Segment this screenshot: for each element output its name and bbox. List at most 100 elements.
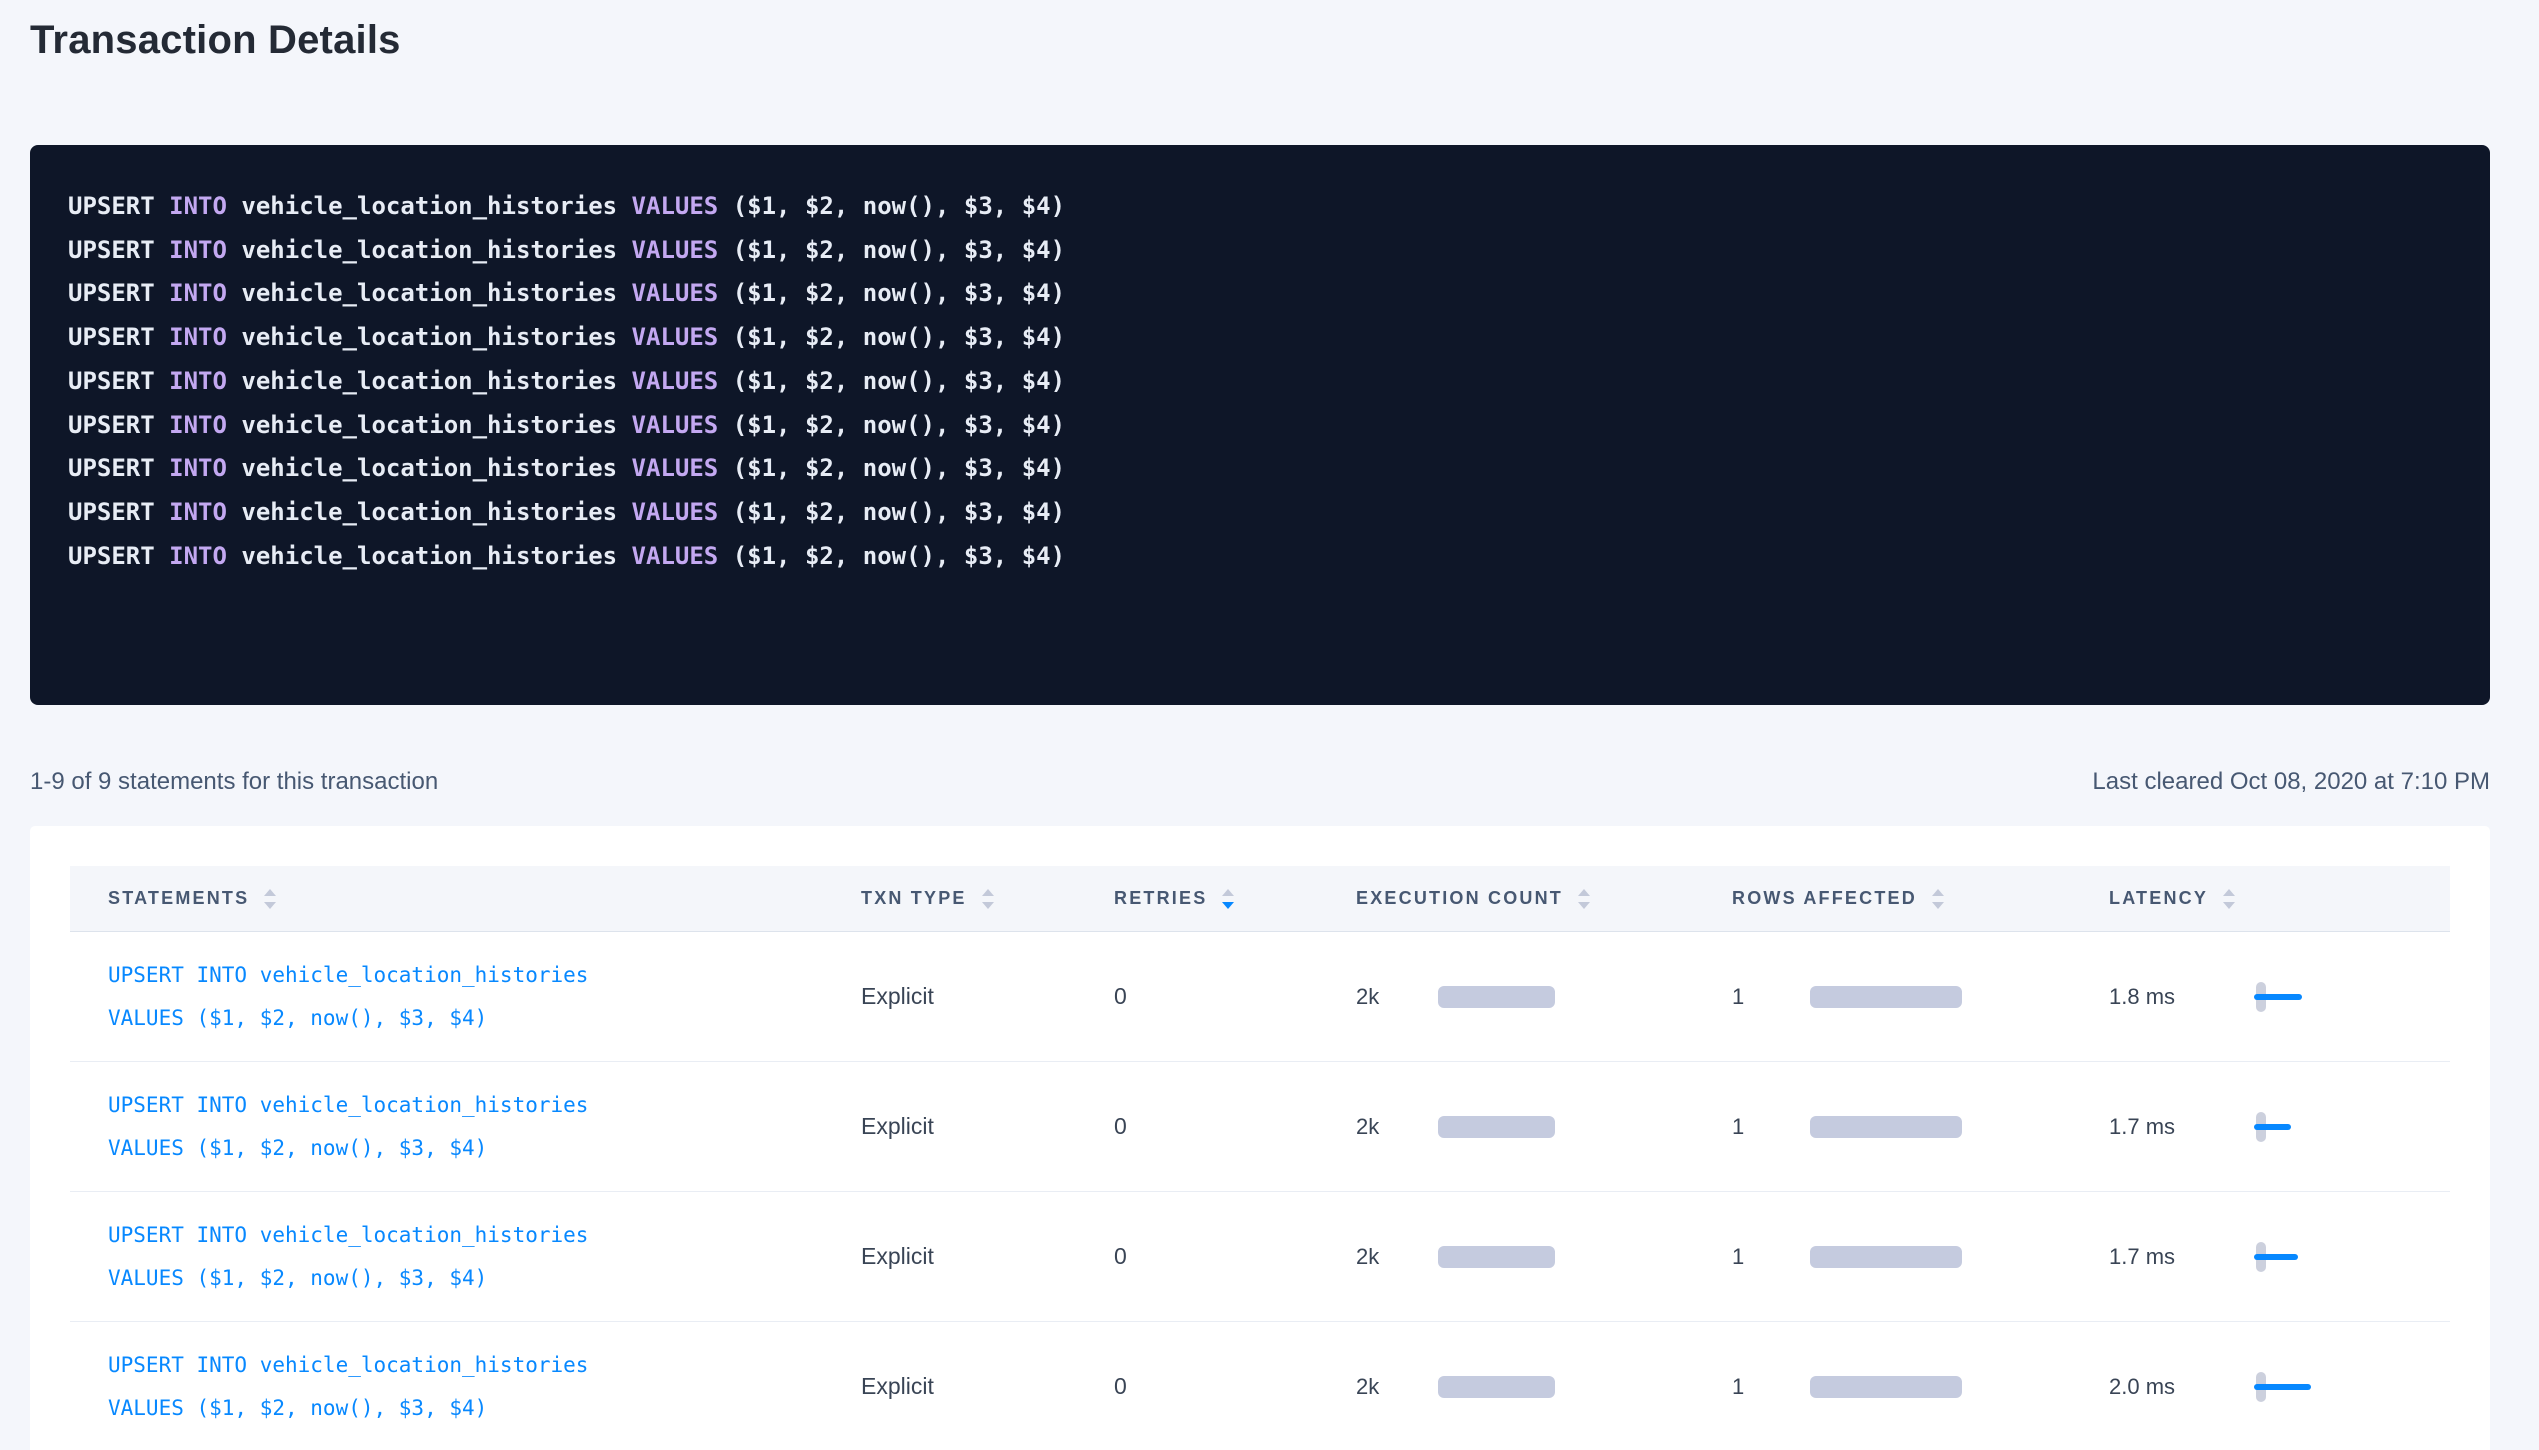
rows-affected-value: 1: [1732, 984, 1810, 1010]
last-cleared-label: Last cleared Oct 08, 2020 at 7:10 PM: [2092, 767, 2490, 797]
retries-value: 0: [1114, 983, 1127, 1009]
latency-cell: 1.7 ms: [2109, 1242, 2450, 1272]
statement-link[interactable]: UPSERT INTO vehicle_location_historiesVA…: [108, 1214, 861, 1300]
sql-text: ($1, $2, now(), $3, $4): [733, 192, 1065, 220]
sql-statement-line: UPSERT INTO vehicle_location_histories V…: [68, 272, 2452, 316]
retries-cell: 0: [1114, 983, 1356, 1010]
sort-asc-arrow-icon: [1578, 889, 1590, 896]
sql-keyword: VALUES: [632, 411, 733, 439]
statement-link[interactable]: UPSERT INTO vehicle_location_historiesVA…: [108, 1344, 861, 1430]
execution-count-cell: 2k: [1356, 1374, 1732, 1400]
txn-type-value: Explicit: [861, 1373, 934, 1399]
execution-count-bar: [1438, 1246, 1555, 1268]
sort-icon[interactable]: [1932, 889, 1944, 909]
sort-icon[interactable]: [264, 889, 276, 909]
sql-statement-line: UPSERT INTO vehicle_location_histories V…: [68, 360, 2452, 404]
sql-keyword: VALUES: [632, 192, 733, 220]
column-header-label: RETRIES: [1114, 888, 1207, 909]
sort-desc-arrow-icon: [982, 902, 994, 909]
statement-line-1: UPSERT INTO vehicle_location_histories: [108, 1214, 861, 1257]
latency-value: 2.0 ms: [2109, 1374, 2256, 1400]
latency-chart: [2256, 1112, 2326, 1142]
latency-bar: [2254, 1124, 2291, 1130]
sort-icon[interactable]: [2223, 889, 2235, 909]
execution-count-bar: [1438, 1116, 1555, 1138]
statement-cell: UPSERT INTO vehicle_location_historiesVA…: [70, 954, 861, 1040]
sql-statement-line: UPSERT INTO vehicle_location_histories V…: [68, 229, 2452, 273]
sort-asc-arrow-icon: [1932, 889, 1944, 896]
rows-affected-cell: 1: [1732, 984, 2109, 1010]
column-header-txn-type[interactable]: TXN TYPE: [861, 888, 1114, 909]
statement-line-1: UPSERT INTO vehicle_location_histories: [108, 1344, 861, 1387]
table-header-row: STATEMENTSTXN TYPERETRIES EXECUTION COUNT…: [70, 866, 2450, 932]
rows-affected-cell: 1: [1732, 1114, 2109, 1140]
sql-text: ($1, $2, now(), $3, $4): [733, 236, 1065, 264]
sql-text: ($1, $2, now(), $3, $4): [733, 411, 1065, 439]
sql-text: ($1, $2, now(), $3, $4): [733, 279, 1065, 307]
latency-chart: [2256, 1372, 2326, 1402]
sql-text: vehicle_location_histories: [241, 411, 631, 439]
sort-asc-arrow-icon: [2223, 889, 2235, 896]
sort-desc-arrow-icon: [2223, 902, 2235, 909]
rows-affected-bar: [1810, 986, 1962, 1008]
sql-keyword: VALUES: [632, 236, 733, 264]
sql-text: UPSERT: [68, 192, 169, 220]
sql-statements-box: UPSERT INTO vehicle_location_histories V…: [30, 145, 2490, 705]
statement-link[interactable]: UPSERT INTO vehicle_location_historiesVA…: [108, 954, 861, 1040]
sort-icon[interactable]: [982, 889, 994, 909]
latency-cell: 1.8 ms: [2109, 982, 2450, 1012]
sql-text: ($1, $2, now(), $3, $4): [733, 498, 1065, 526]
sql-keyword: VALUES: [632, 542, 733, 570]
sql-statement-line: UPSERT INTO vehicle_location_histories V…: [68, 535, 2452, 579]
table-row: UPSERT INTO vehicle_location_historiesVA…: [70, 1322, 2450, 1450]
sql-keyword: VALUES: [632, 279, 733, 307]
sql-keyword: VALUES: [632, 367, 733, 395]
sql-text: UPSERT: [68, 279, 169, 307]
sql-text: UPSERT: [68, 542, 169, 570]
column-header-rows-affected[interactable]: ROWS AFFECTED: [1732, 888, 2109, 909]
txn-type-value: Explicit: [861, 1113, 934, 1139]
column-header-latency[interactable]: LATENCY: [2109, 888, 2450, 909]
column-header-retries[interactable]: RETRIES: [1114, 888, 1356, 909]
sql-keyword: INTO: [169, 279, 241, 307]
sort-asc-arrow-icon: [982, 889, 994, 896]
sql-statement-line: UPSERT INTO vehicle_location_histories V…: [68, 404, 2452, 448]
latency-cell: 2.0 ms: [2109, 1372, 2450, 1402]
statement-cell: UPSERT INTO vehicle_location_historiesVA…: [70, 1214, 861, 1300]
txn-type-cell: Explicit: [861, 983, 1114, 1010]
sort-icon[interactable]: [1578, 889, 1590, 909]
sql-text: vehicle_location_histories: [241, 498, 631, 526]
retries-cell: 0: [1114, 1113, 1356, 1140]
sql-text: vehicle_location_histories: [241, 367, 631, 395]
sql-text: ($1, $2, now(), $3, $4): [733, 542, 1065, 570]
latency-chart: [2256, 982, 2326, 1012]
txn-type-cell: Explicit: [861, 1113, 1114, 1140]
latency-chart: [2256, 1242, 2326, 1272]
sql-keyword: VALUES: [632, 454, 733, 482]
sql-keyword: INTO: [169, 542, 241, 570]
statement-line-2: VALUES ($1, $2, now(), $3, $4): [108, 1127, 861, 1170]
rows-affected-cell: 1: [1732, 1374, 2109, 1400]
retries-cell: 0: [1114, 1373, 1356, 1400]
page-title: Transaction Details: [30, 0, 2490, 66]
sql-keyword: INTO: [169, 411, 241, 439]
table-row: UPSERT INTO vehicle_location_historiesVA…: [70, 932, 2450, 1062]
sort-icon[interactable]: [1222, 889, 1234, 909]
sql-text: UPSERT: [68, 323, 169, 351]
sql-text: ($1, $2, now(), $3, $4): [733, 323, 1065, 351]
rows-affected-bar: [1810, 1116, 1962, 1138]
rows-affected-bar: [1810, 1376, 1962, 1398]
sql-keyword: INTO: [169, 367, 241, 395]
sql-statement-line: UPSERT INTO vehicle_location_histories V…: [68, 316, 2452, 360]
column-header-execution-count[interactable]: EXECUTION COUNT: [1356, 888, 1732, 909]
column-header-statements[interactable]: STATEMENTS: [70, 888, 861, 909]
statement-line-2: VALUES ($1, $2, now(), $3, $4): [108, 997, 861, 1040]
sql-keyword: INTO: [169, 236, 241, 264]
latency-value: 1.7 ms: [2109, 1114, 2256, 1140]
sort-desc-arrow-icon: [1932, 902, 1944, 909]
retries-value: 0: [1114, 1113, 1127, 1139]
statement-link[interactable]: UPSERT INTO vehicle_location_historiesVA…: [108, 1084, 861, 1170]
statement-line-2: VALUES ($1, $2, now(), $3, $4): [108, 1387, 861, 1430]
sql-text: vehicle_location_histories: [241, 542, 631, 570]
execution-count-value: 2k: [1356, 1374, 1438, 1400]
